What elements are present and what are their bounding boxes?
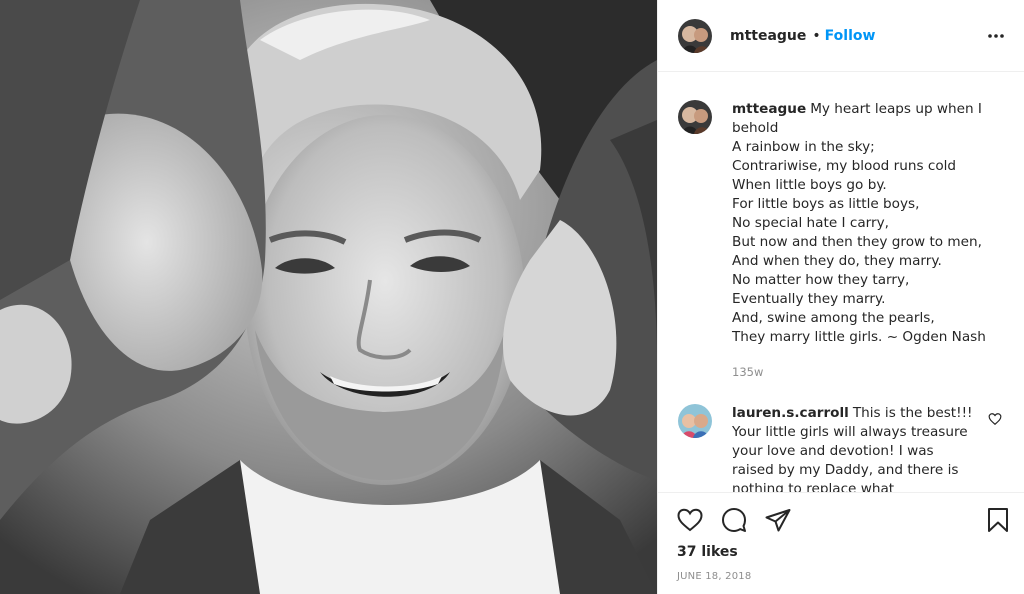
caption-line: And when they do, they marry. xyxy=(732,253,942,269)
caption-line: But now and then they grow to men, xyxy=(732,234,982,250)
post-header: mtteague • Follow xyxy=(658,0,1024,72)
caption-line: When little boys go by. xyxy=(732,177,887,193)
bookmark-icon[interactable] xyxy=(984,506,1012,534)
comment-body: lauren.s.carroll This is the best!!! Your… xyxy=(732,404,997,492)
comment-line: Your little girls will always treasure xyxy=(732,424,968,440)
comment-line: your love and devotion! I was xyxy=(732,443,934,459)
post-date[interactable]: JUNE 18, 2018 xyxy=(677,571,751,582)
more-options-icon[interactable] xyxy=(984,24,1008,48)
caption-line: And, swine among the pearls, xyxy=(732,310,935,326)
comment-username[interactable]: lauren.s.carroll xyxy=(732,405,849,421)
caption-line: behold xyxy=(732,120,779,136)
comment-icon[interactable] xyxy=(720,506,748,534)
post-image xyxy=(0,0,657,594)
comment-like-heart-icon[interactable] xyxy=(988,411,1002,426)
post-side-panel: mtteague • Follow mtteague My heart leap… xyxy=(657,0,1024,594)
share-icon[interactable] xyxy=(764,506,792,534)
comments-section[interactable]: mtteague My heart leaps up when I behold … xyxy=(658,73,1024,492)
post-actions: 37 likes JUNE 18, 2018 xyxy=(658,492,1024,594)
likes-count[interactable]: 37 likes xyxy=(677,544,738,560)
avatar[interactable] xyxy=(678,100,712,134)
avatar[interactable] xyxy=(678,18,712,53)
caption-time-ago[interactable]: 135w xyxy=(732,363,997,382)
separator-dot: • xyxy=(812,27,821,44)
heart-icon[interactable] xyxy=(676,506,704,534)
header-username[interactable]: mtteague xyxy=(730,28,806,44)
caption-text: mtteague My heart leaps up when I behold … xyxy=(732,100,997,347)
comment-line: nothing to replace what xyxy=(732,481,895,492)
caption-body: mtteague My heart leaps up when I behold … xyxy=(732,100,997,382)
follow-button[interactable]: Follow xyxy=(825,28,876,44)
post-photo[interactable] xyxy=(0,0,657,594)
comment-line: This is the best!!! xyxy=(852,405,973,421)
caption-line: They marry little girls. ~ Ogden Nash xyxy=(732,329,986,345)
caption-line: A rainbow in the sky; xyxy=(732,139,875,155)
caption-line: No special hate I carry, xyxy=(732,215,889,231)
caption-line: Eventually they marry. xyxy=(732,291,886,307)
caption-line: For little boys as little boys, xyxy=(732,196,920,212)
comment-line: raised by my Daddy, and there is xyxy=(732,462,959,478)
avatar[interactable] xyxy=(678,404,712,438)
caption-line: My heart leaps up when I xyxy=(810,101,982,117)
caption-line: No matter how they tarry, xyxy=(732,272,910,288)
caption-username[interactable]: mtteague xyxy=(732,101,806,117)
caption-line: Contrariwise, my blood runs cold xyxy=(732,158,957,174)
